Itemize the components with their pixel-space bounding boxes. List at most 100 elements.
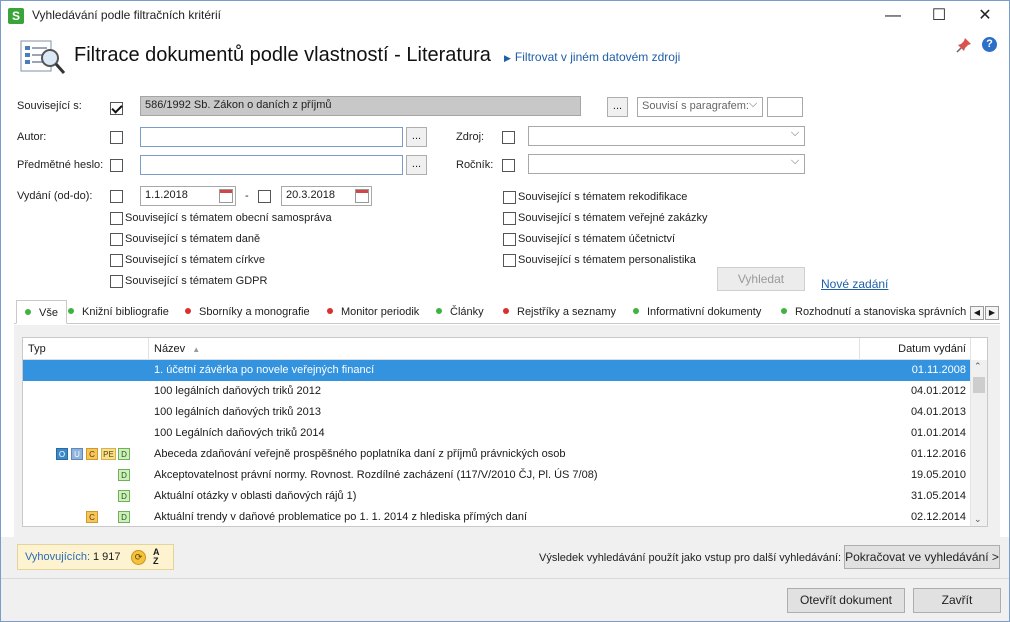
search-button[interactable]: Vyhledat xyxy=(717,267,805,291)
heslo-label: Předmětné heslo: xyxy=(17,159,104,171)
table-row[interactable]: O U C PE D Abeceda zdaňování veřejně pro… xyxy=(23,444,970,465)
help-icon[interactable]: ? xyxy=(982,37,997,52)
rocnik-label: Ročník: xyxy=(456,159,494,171)
autor-browse-button[interactable]: ... xyxy=(406,127,427,147)
paragraf-combo[interactable]: Souvisí s paragrafem: ⌵ xyxy=(637,97,763,117)
date-separator: - xyxy=(245,190,249,202)
table-row[interactable]: 100 Legálních daňových triků 2014 01.01.… xyxy=(23,423,970,444)
zdroj-combo[interactable]: ⌵ xyxy=(528,126,805,146)
reuse-text: Výsledek vyhledávání použít jako vstup p… xyxy=(539,552,842,564)
tab-vse[interactable]: Vše xyxy=(16,300,67,324)
vydani-label: Vydání (od-do): xyxy=(17,190,93,202)
tab-knizni-bibliografie[interactable]: Knižní bibliografie xyxy=(68,300,169,324)
type-badge-pe: PE xyxy=(101,448,116,460)
table-row[interactable]: D Akceptovatelnost právní normy. Rovnost… xyxy=(23,465,970,486)
column-header-datum[interactable]: Datum vydání xyxy=(860,338,971,360)
tab-rejstriky[interactable]: Rejstříky a seznamy xyxy=(503,300,616,324)
chevron-down-icon: ⌵ xyxy=(790,127,800,139)
results-grid[interactable]: Typ Název ▲ Datum vydání 1. účetní závěr… xyxy=(22,337,988,527)
date-to-checkbox[interactable] xyxy=(258,190,271,203)
vydani-checkbox[interactable] xyxy=(110,190,123,203)
table-row[interactable]: 1. účetní závěrka po novele veřejných fi… xyxy=(23,360,970,381)
topic-checkbox[interactable] xyxy=(110,275,123,288)
continue-search-button[interactable]: Pokračovat ve vyhledávání > xyxy=(844,545,1000,569)
topic-checkbox[interactable] xyxy=(110,254,123,267)
triangle-right-icon: ▶ xyxy=(504,53,511,63)
paragraf-number-input[interactable] xyxy=(767,97,803,117)
tab-monitor-periodik[interactable]: Monitor periodik xyxy=(327,300,419,324)
topic-checkbox[interactable] xyxy=(503,233,516,246)
tab-scroll-right-icon[interactable]: ▶ xyxy=(985,306,999,320)
date-to-value: 20.3.2018 xyxy=(286,189,335,201)
calendar-icon[interactable] xyxy=(355,189,369,203)
tab-sborniky[interactable]: Sborníky a monografie xyxy=(185,300,310,324)
heslo-checkbox[interactable] xyxy=(110,159,123,172)
tab-scroll-left-icon[interactable]: ◀ xyxy=(970,306,984,320)
grid-header: Typ Název ▲ Datum vydání xyxy=(23,338,971,360)
vertical-scrollbar[interactable]: ⌃ ⌄ xyxy=(970,360,987,526)
tab-clanky[interactable]: Články xyxy=(436,300,484,324)
heslo-browse-button[interactable]: ... xyxy=(406,155,427,175)
type-badge-d: D xyxy=(118,469,130,481)
divider xyxy=(0,578,1010,579)
tab-informativni[interactable]: Informativní dokumenty xyxy=(633,300,761,324)
minimize-button[interactable]: — xyxy=(870,0,916,31)
topic-checkbox[interactable] xyxy=(503,191,516,204)
count-label: Vyhovujících: xyxy=(25,551,91,563)
refresh-count-icon[interactable]: ⟳ xyxy=(131,550,146,565)
type-badge-d: D xyxy=(118,511,130,523)
column-header-nazev[interactable]: Název ▲ xyxy=(149,338,860,360)
rocnik-checkbox[interactable] xyxy=(502,159,515,172)
souvisejici-browse-button[interactable]: ... xyxy=(607,97,628,117)
type-badge-u: U xyxy=(71,448,83,460)
table-row[interactable]: 100 legálních daňových triků 2013 04.01.… xyxy=(23,402,970,423)
sort-az-icon[interactable]: AZ xyxy=(153,548,160,566)
topic-checkbox[interactable] xyxy=(503,212,516,225)
topic-checkbox[interactable] xyxy=(110,212,123,225)
close-window-button[interactable]: ✕ xyxy=(962,0,1008,31)
souvisejici-checkbox[interactable] xyxy=(110,102,123,115)
topic-checkbox[interactable] xyxy=(110,233,123,246)
status-dot-icon xyxy=(436,308,442,314)
zdroj-label: Zdroj: xyxy=(456,131,485,143)
autor-input[interactable] xyxy=(140,127,403,147)
date-from-value: 1.1.2018 xyxy=(145,189,188,201)
type-badge-d: D xyxy=(118,490,130,502)
table-row[interactable]: 100 legálních daňových triků 2012 04.01.… xyxy=(23,381,970,402)
chevron-down-icon: ⌵ xyxy=(790,155,800,167)
chevron-down-icon: ⌵ xyxy=(748,98,758,110)
category-tabs: Vše Knižní bibliografie Sborníky a monog… xyxy=(14,300,1000,324)
status-dot-icon xyxy=(185,308,191,314)
type-badge-c: C xyxy=(86,448,98,460)
souvisejici-label: Související s: xyxy=(17,100,82,112)
other-source-link[interactable]: ▶ Filtrovat v jiném datovém zdroji xyxy=(504,50,680,64)
heslo-input[interactable] xyxy=(140,155,403,175)
scrollbar-thumb[interactable] xyxy=(973,377,985,393)
count-value: 1 917 xyxy=(93,551,121,563)
sort-ascending-icon: ▲ xyxy=(192,345,201,354)
autor-label: Autor: xyxy=(17,131,47,143)
close-button[interactable]: Zavřít xyxy=(913,588,1001,613)
tab-rozhodnuti[interactable]: Rozhodnutí a stanoviska správních xyxy=(781,300,966,324)
zdroj-checkbox[interactable] xyxy=(502,131,515,144)
status-dot-icon xyxy=(68,308,74,314)
souvisejici-field[interactable]: 586/1992 Sb. Zákon o daních z příjmů xyxy=(140,96,581,116)
rocnik-combo[interactable]: ⌵ xyxy=(528,154,805,174)
calendar-icon[interactable] xyxy=(219,189,233,203)
maximize-button[interactable]: ☐ xyxy=(916,0,962,31)
table-row[interactable]: C D Aktuální trendy v daňové problematic… xyxy=(23,507,970,526)
table-row[interactable]: D Aktuální otázky v oblasti daňových ráj… xyxy=(23,486,970,507)
column-header-typ[interactable]: Typ xyxy=(23,338,149,360)
pin-icon[interactable] xyxy=(956,37,972,53)
window-title: Vyhledávání podle filtračních kritérií xyxy=(32,8,221,22)
autor-checkbox[interactable] xyxy=(110,131,123,144)
open-document-button[interactable]: Otevřít dokument xyxy=(787,588,905,613)
result-count-box: Vyhovujících: 1 917 ⟳ AZ xyxy=(17,544,174,570)
scroll-up-icon[interactable]: ⌃ xyxy=(974,361,982,372)
status-dot-icon xyxy=(327,308,333,314)
new-search-link[interactable]: Nové zadání xyxy=(821,277,888,291)
scroll-down-icon[interactable]: ⌄ xyxy=(974,514,982,525)
status-dot-icon xyxy=(633,308,639,314)
topic-checkbox[interactable] xyxy=(503,254,516,267)
app-icon: S xyxy=(8,8,24,24)
